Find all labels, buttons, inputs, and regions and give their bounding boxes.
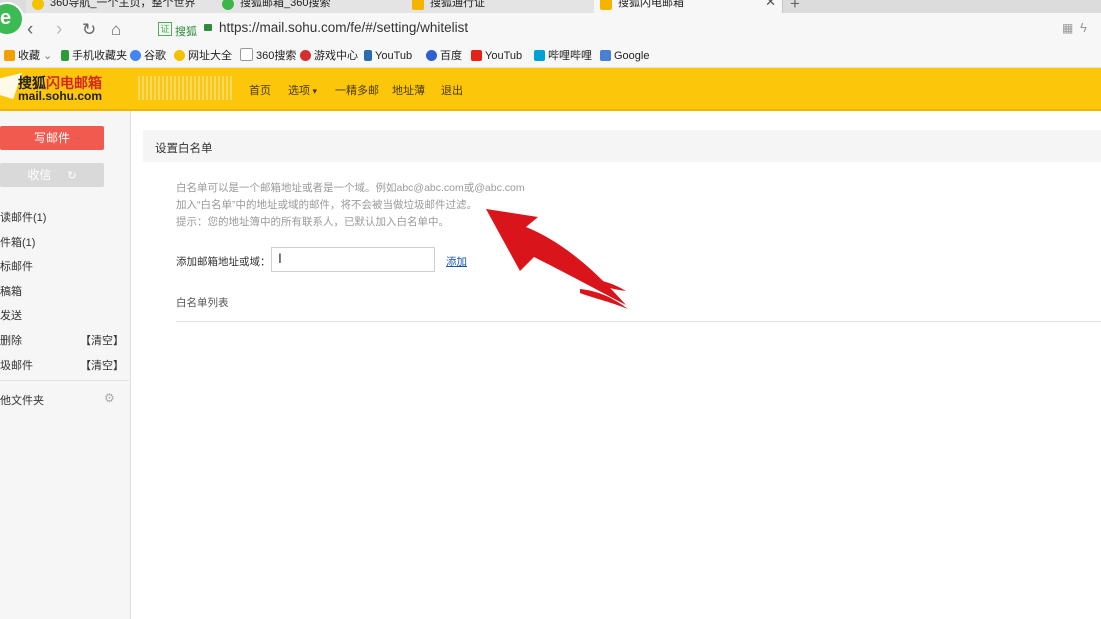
phone-icon xyxy=(61,50,69,61)
browser-tab-strip: 360导航_一个主页，整个世界 搜狐邮箱_360搜索 搜狐通行证 搜狐闪电邮箱 … xyxy=(0,0,1101,13)
tab-title: 搜狐闪电邮箱 xyxy=(618,0,684,9)
add-address-label: 添加邮箱地址或域： xyxy=(176,256,271,268)
bookmark-item[interactable]: 谷歌 xyxy=(130,48,166,64)
annotation-arrow xyxy=(486,209,628,309)
hint-line-1: 白名单可以是一个邮箱地址或者是一个域。例如abc@abc.com或@abc.co… xyxy=(176,182,525,194)
bookmark-item[interactable]: 百度 xyxy=(426,48,462,64)
bookmark-item[interactable]: 网址大全 xyxy=(174,48,232,64)
browser-tab[interactable]: 搜狐邮箱_360搜索 xyxy=(216,0,407,13)
hint-line-3: 提示：您的地址簿中的所有联系人，已默认加入白名单中。 xyxy=(176,216,449,228)
receive-button[interactable]: 收信 ↻ xyxy=(0,163,104,187)
add-whitelist-button[interactable]: 添加 xyxy=(446,254,467,269)
list-divider xyxy=(176,321,1101,322)
google-g-icon xyxy=(130,50,141,61)
clear-spam-button[interactable]: 【清空】 xyxy=(80,357,124,373)
menu-home[interactable]: 首页 xyxy=(249,82,271,98)
sohu-icon xyxy=(412,0,424,10)
browser-tab[interactable]: 搜狐通行证 xyxy=(406,0,595,13)
reload-icon[interactable]: ↻ xyxy=(82,19,96,41)
bookmark-item[interactable]: Google xyxy=(600,48,649,64)
forward-icon[interactable]: › xyxy=(56,19,62,41)
back-icon[interactable]: ‹ xyxy=(27,19,33,41)
bookmark-item[interactable]: YouTub xyxy=(364,48,412,64)
new-tab-icon[interactable]: + xyxy=(790,0,800,13)
translate-icon xyxy=(600,50,611,61)
bookmark-item[interactable]: 收藏 ⌄ xyxy=(4,48,52,64)
mail-icon xyxy=(600,0,612,10)
game-icon xyxy=(300,50,311,61)
whitelist-address-input[interactable]: I xyxy=(271,247,435,272)
s-icon xyxy=(364,50,372,61)
refresh-icon: ↻ xyxy=(67,170,77,182)
lightning-icon[interactable]: ϟ xyxy=(1080,20,1087,35)
sidebar-item-deleted[interactable]: 删除 xyxy=(0,332,22,348)
address-bar[interactable]: 证 搜狐 https://mail.sohu.com/fe/#/setting/… xyxy=(154,18,1039,42)
text-cursor-icon: I xyxy=(278,250,282,266)
menu-logout[interactable]: 退出 xyxy=(441,82,463,98)
search-icon xyxy=(222,0,234,10)
tab-title: 360导航_一个主页，整个世界 xyxy=(50,0,196,9)
bookmark-item[interactable]: YouTub xyxy=(471,48,522,64)
gear-icon[interactable]: ⚙ xyxy=(104,391,115,405)
menu-options[interactable]: 选项 ▾ xyxy=(288,82,317,98)
sidebar-divider xyxy=(0,380,129,381)
360-icon xyxy=(174,50,185,61)
sidebar-item-other-folders[interactable]: 他文件夹 xyxy=(0,392,44,408)
page-title: 设置白名单 xyxy=(155,143,213,155)
baidu-icon xyxy=(426,50,437,61)
browser-tab-active[interactable]: 搜狐闪电邮箱 ✕ xyxy=(594,0,783,13)
sidebar-item-starred[interactable]: 标邮件 xyxy=(0,258,33,274)
bookmark-item[interactable]: 360搜索 xyxy=(240,48,296,64)
360-icon xyxy=(32,0,44,10)
sidebar-item-drafts[interactable]: 稿箱 xyxy=(0,283,22,299)
site-badge: 搜狐 xyxy=(175,26,197,38)
bookmark-item[interactable]: 哔哩哔哩 xyxy=(534,48,592,64)
page-icon xyxy=(240,48,253,61)
close-icon[interactable]: ✕ xyxy=(765,0,776,8)
clear-deleted-button[interactable]: 【清空】 xyxy=(80,332,124,348)
sidebar-item-inbox[interactable]: 件箱(1) xyxy=(0,234,35,250)
grid-icon[interactable]: ▦ xyxy=(1062,21,1073,35)
chevron-down-icon: ▾ xyxy=(310,86,318,96)
blurred-username xyxy=(138,76,234,100)
certificate-icon: 证 xyxy=(158,22,172,36)
url-text: https://mail.sohu.com/fe/#/setting/white… xyxy=(219,20,469,35)
bookmark-item[interactable]: 游戏中心 xyxy=(300,48,358,64)
bookmark-item[interactable]: 手机收藏夹 xyxy=(61,48,127,64)
menu-multi-mailbox[interactable]: 一精多邮 xyxy=(335,82,379,98)
tab-title: 搜狐邮箱_360搜索 xyxy=(240,0,331,9)
sidebar-item-sent[interactable]: 发送 xyxy=(0,307,22,323)
browser-tab[interactable]: 360导航_一个主页，整个世界 xyxy=(26,0,217,13)
sidebar-item-unread[interactable]: 读邮件(1) xyxy=(0,209,46,225)
home-icon[interactable]: ⌂ xyxy=(111,19,121,41)
youtube-icon xyxy=(471,50,482,61)
logo-domain: mail.sohu.com xyxy=(18,89,103,103)
bilibili-icon xyxy=(534,50,545,61)
star-icon xyxy=(4,50,15,61)
tab-title: 搜狐通行证 xyxy=(430,0,485,9)
whitelist-list-title: 白名单列表 xyxy=(176,297,229,309)
menu-address-book[interactable]: 地址薄 xyxy=(392,82,425,98)
section-header: 设置白名单 xyxy=(143,130,1101,162)
lock-icon xyxy=(204,24,212,31)
sidebar-item-spam[interactable]: 圾邮件 xyxy=(0,357,33,373)
compose-button[interactable]: 写邮件 xyxy=(0,126,104,150)
hint-line-2: 加入“白名单”中的地址或域的邮件，将不会被当做垃圾邮件过滤。 xyxy=(176,199,477,211)
